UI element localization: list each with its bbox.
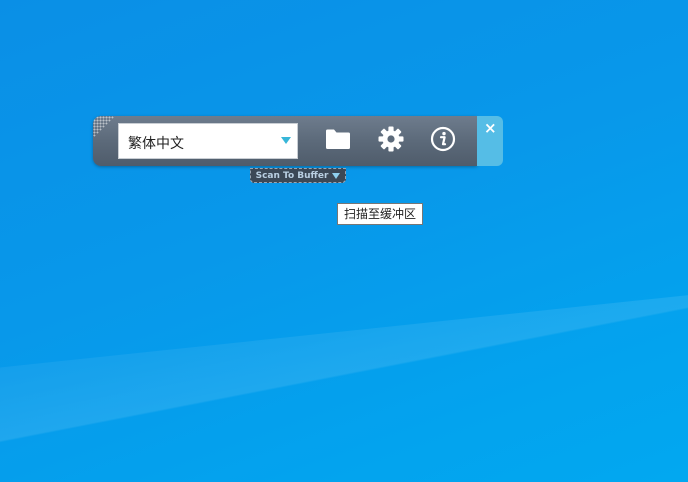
open-folder-button[interactable] [322,125,354,157]
desktop-light-streak [0,288,688,482]
folder-icon [325,128,351,154]
toolbar-body: 繁体中文 [93,116,477,166]
about-button[interactable] [427,125,459,157]
language-select[interactable]: 繁体中文 [118,123,298,159]
drag-grip-handle[interactable] [93,116,115,138]
info-icon [430,126,456,156]
settings-button[interactable] [375,125,407,157]
close-icon: × [484,119,497,137]
caret-down-icon [332,172,341,179]
scan-mode-dropdown[interactable]: Scan To Buffer [250,168,346,183]
close-button[interactable]: × [477,116,503,166]
language-select-value: 繁体中文 [128,136,184,152]
chevron-down-icon [281,137,291,144]
gear-icon [378,126,404,156]
scan-mode-label: Scan To Buffer [255,170,329,181]
tooltip: 扫描至缓冲区 [337,203,424,225]
capture-toolbar: 繁体中文 × [93,116,503,166]
